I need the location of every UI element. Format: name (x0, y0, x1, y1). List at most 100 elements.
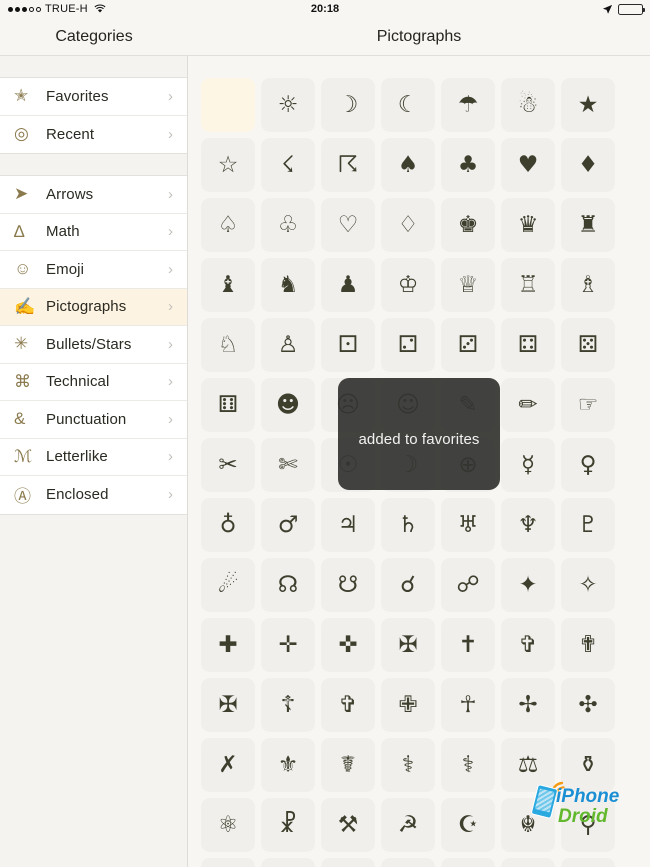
sidebar-item-punctuation[interactable]: & Punctuation › (0, 401, 187, 439)
latin-cross-2-glyph[interactable]: ✞ (321, 678, 375, 732)
earth-glyph[interactable]: ♁ (201, 498, 255, 552)
maltese-cross-2-glyph[interactable]: ✠ (201, 678, 255, 732)
sidebar-item-letterlike[interactable]: ℳ Letterlike › (0, 438, 187, 476)
sidebar-item-technical[interactable]: ⌘ Technical › (0, 363, 187, 401)
categories-sidebar[interactable]: ✭ Favorites › ◎ Recent › ➤ Arrows › ∆ Math › ☺ Emoji ›… (0, 56, 188, 867)
white-club-glyph[interactable]: ♧ (261, 198, 315, 252)
sun-glyph[interactable]: ☼ (261, 78, 315, 132)
latin-cross-glyph[interactable]: ✝ (441, 618, 495, 672)
chiron-glyph[interactable]: ⚷ (441, 858, 495, 867)
die-face-4-glyph[interactable]: ⚃ (501, 318, 555, 372)
staff-of-aesculapius-glyph[interactable]: ⚕ (441, 738, 495, 792)
heavy-greek-cross-glyph[interactable]: ✚ (201, 618, 255, 672)
maltese-cross-glyph[interactable]: ✠ (381, 618, 435, 672)
ankh-glyph[interactable]: ☥ (441, 678, 495, 732)
ceres-glyph[interactable]: ⚳ (201, 858, 255, 867)
black-moon-lilith-glyph[interactable]: ⚸ (501, 858, 555, 867)
hammer-and-pick-glyph[interactable]: ⚒ (321, 798, 375, 852)
sextile-glyph[interactable]: ⚹ (561, 858, 615, 867)
black-chess-king-glyph[interactable]: ♚ (441, 198, 495, 252)
descending-node-glyph[interactable]: ☋ (321, 558, 375, 612)
scissors-glyph[interactable]: ✂ (201, 438, 255, 492)
black-chess-queen-glyph[interactable]: ♛ (501, 198, 555, 252)
die-face-6-glyph[interactable]: ⚅ (201, 378, 255, 432)
scissors-cutting-glyph[interactable]: ✄ (261, 438, 315, 492)
black-diamond-glyph[interactable]: ♦ (561, 138, 615, 192)
saturn-glyph[interactable]: ♄ (381, 498, 435, 552)
sidebar-item-bullets-stars[interactable]: ✳ Bullets/Stars › (0, 326, 187, 364)
white-chess-rook-glyph[interactable]: ♖ (501, 258, 555, 312)
outlined-latin-cross-glyph[interactable]: ✟ (561, 618, 615, 672)
juno-glyph[interactable]: ⚵ (321, 858, 375, 867)
adi-shakti-glyph[interactable]: ☬ (501, 798, 555, 852)
atom-symbol-glyph[interactable]: ⚛ (201, 798, 255, 852)
die-face-1-glyph[interactable]: ⚀ (321, 318, 375, 372)
outlined-greek-cross-glyph[interactable]: ✙ (381, 678, 435, 732)
heavy-open-centre-cross-glyph[interactable]: ✜ (321, 618, 375, 672)
waning-moon-glyph[interactable]: ☾ (381, 78, 435, 132)
die-face-3-glyph[interactable]: ⚂ (441, 318, 495, 372)
sidebar-item-recent[interactable]: ◎ Recent › (0, 115, 187, 153)
shadowed-latin-cross-glyph[interactable]: ✞ (501, 618, 555, 672)
staff-of-hermes-glyph[interactable]: ⚕ (381, 738, 435, 792)
black-chess-pawn-glyph[interactable]: ♟ (321, 258, 375, 312)
star-and-crescent-glyph[interactable]: ☪ (441, 798, 495, 852)
lightning-glyph[interactable]: ☇ (261, 138, 315, 192)
comet-glyph[interactable]: ☄ (201, 558, 255, 612)
white-diamond-glyph[interactable]: ♢ (381, 198, 435, 252)
black-chess-bishop-glyph[interactable]: ♝ (201, 258, 255, 312)
die-face-5-glyph[interactable]: ⚄ (561, 318, 615, 372)
white-chess-pawn-glyph[interactable]: ♙ (261, 318, 315, 372)
jupiter-glyph[interactable]: ♃ (321, 498, 375, 552)
snowman-glyph[interactable]: ☃ (501, 78, 555, 132)
black-smiley-glyph[interactable]: ☻ (261, 378, 315, 432)
waxing-moon-glyph[interactable]: ☽ (321, 78, 375, 132)
neptune-glyph[interactable]: ♆ (501, 498, 555, 552)
ascending-node-glyph[interactable]: ☊ (261, 558, 315, 612)
scales-glyph[interactable]: ⚖ (501, 738, 555, 792)
anubis-glyph[interactable]: ⚱ (561, 738, 615, 792)
black-four-pointed-star-glyph[interactable]: ✦ (501, 558, 555, 612)
pointing-hand-glyph[interactable]: ☞ (561, 378, 615, 432)
caduceus-glyph[interactable]: ☤ (321, 738, 375, 792)
pencil-2-glyph[interactable]: ✏ (501, 378, 555, 432)
black-spade-glyph[interactable]: ♠ (381, 138, 435, 192)
mars-glyph[interactable]: ♂ (261, 498, 315, 552)
white-chess-bishop-glyph[interactable]: ♗ (561, 258, 615, 312)
sidebar-item-emoji[interactable]: ☺ Emoji › (0, 251, 187, 289)
white-heart-glyph[interactable]: ♡ (321, 198, 375, 252)
black-club-glyph[interactable]: ♣ (441, 138, 495, 192)
fleur-de-lis-glyph[interactable]: ⚜ (261, 738, 315, 792)
pallas-glyph[interactable]: ⚴ (261, 858, 315, 867)
pluto-glyph[interactable]: ♇ (561, 498, 615, 552)
sidebar-item-favorites[interactable]: ✭ Favorites › (0, 78, 187, 116)
hammer-and-sickle-glyph[interactable]: ☭ (381, 798, 435, 852)
sidebar-item-enclosed[interactable]: Ⓐ Enclosed › (0, 476, 187, 514)
vesta-glyph[interactable]: ⚶ (381, 858, 435, 867)
white-star-glyph[interactable]: ☆ (201, 138, 255, 192)
black-heart-glyph[interactable]: ♥ (501, 138, 555, 192)
white-spade-glyph[interactable]: ♤ (201, 198, 255, 252)
teardrop-cross-glyph[interactable]: ✢ (501, 678, 555, 732)
sidebar-item-math[interactable]: ∆ Math › (0, 213, 187, 251)
white-chess-knight-glyph[interactable]: ♘ (201, 318, 255, 372)
white-chess-queen-glyph[interactable]: ♕ (441, 258, 495, 312)
black-star-glyph[interactable]: ★ (561, 78, 615, 132)
die-face-2-glyph[interactable]: ⚁ (381, 318, 435, 372)
sidebar-item-pictographs[interactable]: ✍ Pictographs › (0, 288, 187, 326)
umbrella-glyph[interactable]: ☂ (441, 78, 495, 132)
open-centre-cross-glyph[interactable]: ✛ (261, 618, 315, 672)
black-chess-rook-glyph[interactable]: ♜ (561, 198, 615, 252)
mercury-glyph[interactable]: ☿ (501, 438, 555, 492)
thunderstorm-glyph[interactable]: ☈ (321, 138, 375, 192)
orthodox-cross-glyph[interactable]: ☦ (261, 678, 315, 732)
opposition-glyph[interactable]: ☍ (441, 558, 495, 612)
ballot-x-glyph[interactable]: ✗ (201, 738, 255, 792)
white-chess-king-glyph[interactable]: ♔ (381, 258, 435, 312)
chi-rho-glyph[interactable]: ☧ (261, 798, 315, 852)
white-four-pointed-star-glyph[interactable]: ✧ (561, 558, 615, 612)
black-chess-knight-glyph[interactable]: ♞ (261, 258, 315, 312)
conjunction-glyph[interactable]: ☌ (381, 558, 435, 612)
apple-logo-glyph[interactable] (201, 78, 255, 132)
neuter-glyph[interactable]: ⚲ (561, 798, 615, 852)
